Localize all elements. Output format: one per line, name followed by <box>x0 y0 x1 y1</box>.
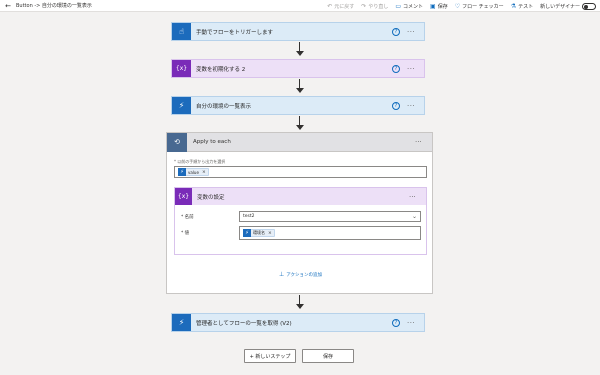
top-command-bar: ← Button -> 自分の環境の一覧表示 ↶ 元に戻す ↷ やり直し ▭ コメント ▣ 保… <box>0 0 600 12</box>
dynamic-token[interactable]: ⚡ value × <box>178 168 209 176</box>
more-options-icon[interactable]: ··· <box>409 193 423 201</box>
value-label: * 値 <box>181 231 190 236</box>
connector-arrow <box>295 79 305 96</box>
comment-label: コメント <box>403 3 424 10</box>
power-platform-icon: ⚡ <box>172 97 191 114</box>
set-variable-card: {x} 変数の設定 ··· * 名前 test2 ⌄ * 値 ⚡ 環境名 × <box>174 187 427 255</box>
step-init-variable[interactable]: {x} 変数を初期化する 2 ? ··· <box>171 59 425 78</box>
connector-arrow <box>295 42 305 59</box>
name-label: * 名前 <box>181 214 194 220</box>
add-action-label: アクションの追加 <box>286 273 322 278</box>
save-icon: ▣ <box>430 2 436 10</box>
apply-to-each-header[interactable]: ⟲ Apply to each ··· <box>167 132 432 152</box>
token-label: 環境名 <box>253 230 265 235</box>
undo-icon: ↶ <box>327 2 333 10</box>
test-label: テスト <box>518 3 534 10</box>
comment-icon: ▭ <box>395 2 401 10</box>
flow-title: Button -> 自分の環境の一覧表示 <box>16 3 92 9</box>
variable-icon: {x} <box>172 60 191 77</box>
more-options-icon[interactable]: ··· <box>407 28 421 36</box>
more-options-icon[interactable]: ··· <box>407 319 421 327</box>
more-options-icon[interactable]: ··· <box>407 65 421 73</box>
power-platform-icon: ⚡ <box>172 314 191 331</box>
help-icon[interactable]: ? <box>392 318 400 327</box>
help-icon[interactable]: ? <box>392 101 400 110</box>
new-designer-toggle[interactable] <box>582 2 596 10</box>
set-variable-title: 変数の設定 <box>197 194 225 201</box>
step-trigger[interactable]: ☝ 手動でフローをトリガーします ? ··· <box>171 22 425 41</box>
new-designer-toggle-group: 新しいデザイナー <box>540 2 596 10</box>
add-action-icon: ⊥ <box>278 271 285 278</box>
select-output-input[interactable]: ⚡ value × <box>174 166 427 178</box>
value-field-row: * 値 ⚡ 環境名 × <box>181 226 421 240</box>
select-output-label: * 以前の手順から出力を選択 <box>174 159 226 164</box>
token-label: value <box>188 169 199 175</box>
connector-arrow <box>295 295 305 312</box>
test-icon: ⚗ <box>510 2 517 10</box>
undo-button[interactable]: ↶ 元に戻す <box>327 3 354 10</box>
set-variable-header[interactable]: {x} 変数の設定 ··· <box>175 188 426 205</box>
step-list-environments[interactable]: ⚡ 自分の環境の一覧表示 ? ··· <box>171 96 425 115</box>
name-dropdown[interactable]: test2 ⌄ <box>239 211 421 222</box>
flow-checker-icon: ♡ <box>454 2 461 10</box>
remove-token-icon[interactable]: × <box>268 231 272 236</box>
loop-icon: ⟲ <box>167 132 187 152</box>
redo-label: やり直し <box>368 3 389 10</box>
save-label: 保存 <box>437 3 448 10</box>
power-platform-icon: ⚡ <box>243 229 251 237</box>
step-get-flows-admin[interactable]: ⚡ 管理者としてフローの一覧を取得 (V2) ? ··· <box>171 313 425 332</box>
new-step-button[interactable]: + 新しいステップ <box>244 349 296 363</box>
dynamic-token[interactable]: ⚡ 環境名 × <box>243 229 275 237</box>
name-field-row: * 名前 test2 ⌄ <box>181 211 421 222</box>
remove-token-icon[interactable]: × <box>202 170 206 175</box>
comment-button[interactable]: ▭ コメント <box>395 3 423 10</box>
step-list-environments-label: 自分の環境の一覧表示 <box>196 103 252 110</box>
variable-icon: {x} <box>175 188 192 205</box>
new-designer-label: 新しいデザイナー <box>540 3 580 10</box>
help-icon[interactable]: ? <box>392 64 400 73</box>
connector-arrow <box>295 116 305 133</box>
command-group: ↶ 元に戻す ↷ やり直し ▭ コメント ▣ 保存 ♡ フロー チェッカー ⚗ テスト 新しいデザイナー <box>327 0 596 12</box>
flow-checker-label: フロー チェッカー <box>462 3 504 10</box>
value-input[interactable]: ⚡ 環境名 × <box>239 226 421 240</box>
redo-button[interactable]: ↷ やり直し <box>361 3 388 10</box>
chevron-down-icon: ⌄ <box>411 213 417 220</box>
back-arrow-icon[interactable]: ← <box>3 2 13 10</box>
apply-to-each-title: Apply to each <box>193 139 231 145</box>
apply-to-each-container: ⟲ Apply to each ··· * 以前の手順から出力を選択 ⚡ val… <box>166 132 433 294</box>
more-options-icon[interactable]: ··· <box>415 138 429 146</box>
touch-icon: ☝ <box>172 23 191 40</box>
save-button[interactable]: 保存 <box>302 349 354 363</box>
undo-label: 元に戻す <box>334 3 355 10</box>
step-trigger-label: 手動でフローをトリガーします <box>196 29 274 36</box>
flow-checker-button[interactable]: ♡ フロー チェッカー <box>455 3 504 10</box>
name-value: test2 <box>243 214 255 219</box>
step-get-flows-admin-label: 管理者としてフローの一覧を取得 (V2) <box>196 320 292 327</box>
save-button[interactable]: ▣ 保存 <box>430 3 448 10</box>
add-action-link[interactable]: ⊥ アクションの追加 <box>167 271 434 278</box>
power-platform-icon: ⚡ <box>178 168 186 176</box>
test-button[interactable]: ⚗ テスト <box>511 3 533 10</box>
step-init-variable-label: 変数を初期化する 2 <box>196 66 246 73</box>
more-options-icon[interactable]: ··· <box>407 102 421 110</box>
redo-icon: ↷ <box>361 2 367 10</box>
help-icon[interactable]: ? <box>392 27 400 36</box>
